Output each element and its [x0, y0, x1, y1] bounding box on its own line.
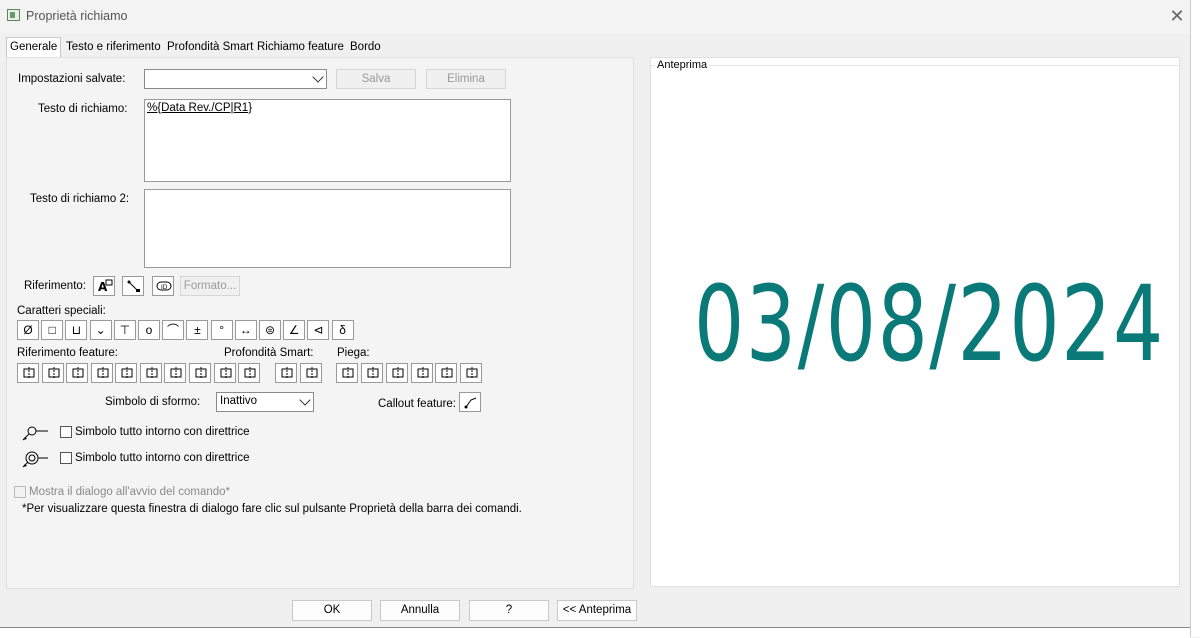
property-text-icon[interactable]: A: [93, 276, 115, 296]
special-char-button[interactable]: ↔: [234, 320, 257, 340]
counterbore-ref-icon[interactable]: [42, 363, 64, 383]
smart-depth-label: Profondità Smart:: [224, 347, 314, 359]
draft-symbol-value: Inattivo: [220, 395, 258, 407]
close-icon[interactable]: ✕: [1166, 5, 1188, 27]
help-button[interactable]: ?: [469, 600, 549, 621]
special-char-button[interactable]: ⊲: [307, 320, 330, 340]
callout-text2-label: Testo di richiamo 2:: [30, 193, 130, 205]
reference-label: Riferimento:: [24, 280, 86, 292]
feature-reference-label: Riferimento feature:: [17, 347, 118, 359]
ok-button[interactable]: OK: [292, 600, 372, 621]
app-icon: [7, 9, 20, 21]
special-char-button[interactable]: □: [41, 320, 64, 340]
tab-bordo[interactable]: Bordo: [347, 38, 384, 57]
tab-testo-riferimento[interactable]: Testo e riferimento: [63, 38, 164, 57]
special-char-button[interactable]: ⊤: [113, 320, 136, 340]
all-around-checkbox-1[interactable]: [60, 426, 72, 438]
taper-ref-icon[interactable]: [140, 363, 162, 383]
bend-radius-icon[interactable]: [386, 363, 408, 383]
preview-callout-text: 03/08/2024: [694, 263, 1165, 385]
slot-ref-icon[interactable]: [91, 363, 113, 383]
save-button[interactable]: Salva: [336, 69, 416, 89]
background-window-strip: [1190, 0, 1200, 637]
special-char-button[interactable]: ⌒: [162, 320, 185, 340]
draft-symbol-label: Simbolo di sformo:: [105, 396, 201, 408]
rib-ref-icon[interactable]: [189, 363, 211, 383]
callout-feature-button[interactable]: [459, 392, 481, 412]
special-char-button[interactable]: o: [138, 320, 160, 340]
bend-offset-icon[interactable]: [435, 363, 457, 383]
reference-box-icon[interactable]: ID: [152, 276, 174, 296]
thread-ref-icon[interactable]: [115, 363, 137, 383]
chevron-down-icon: [299, 394, 311, 406]
bend-label: Piega:: [337, 347, 370, 359]
callout-text-input[interactable]: %{Data Rev./CP|R1}: [144, 99, 511, 182]
show-dialog-label: Mostra il dialogo all'avvio del comando*: [29, 486, 230, 498]
reference-leader-icon[interactable]: [122, 276, 144, 296]
preview-divider: [651, 65, 1179, 66]
smart-depth-1-icon[interactable]: [275, 363, 297, 383]
cancel-button[interactable]: Annulla: [380, 600, 460, 621]
callout-text2-input[interactable]: [144, 189, 511, 268]
special-char-button[interactable]: ⊜: [259, 320, 281, 340]
bend-kfactor-icon[interactable]: [460, 363, 482, 383]
note-text: *Per visualizzare questa finestra di dia…: [22, 503, 522, 515]
boss-ref-icon[interactable]: [164, 363, 186, 383]
special-char-button[interactable]: °: [210, 320, 233, 340]
show-dialog-checkbox[interactable]: [14, 486, 26, 498]
saved-settings-dropdown[interactable]: [144, 69, 327, 89]
special-char-button[interactable]: ±: [186, 320, 209, 340]
smart-depth-2-icon[interactable]: [300, 363, 322, 383]
preview-title: Anteprima: [655, 59, 710, 71]
title-bar: [0, 0, 1200, 34]
tab-generale[interactable]: Generale: [6, 37, 62, 58]
bend-relief-icon[interactable]: [411, 363, 433, 383]
callout-text-value: %{Data Rev./CP|R1}: [147, 102, 253, 114]
preview-toggle-button[interactable]: << Anteprima: [557, 600, 637, 621]
svg-text:ID: ID: [161, 284, 168, 291]
callout-text-label: Testo di richiamo:: [38, 103, 128, 115]
hole-ref-icon[interactable]: [17, 363, 39, 383]
bend-angle-icon[interactable]: [361, 363, 383, 383]
chamfer-ref-icon[interactable]: [238, 363, 260, 383]
all-around-checkbox-2[interactable]: [60, 452, 72, 464]
all-around-label-1: Simbolo tutto intorno con direttrice: [75, 426, 250, 438]
chevron-down-icon: [312, 71, 324, 83]
depth-ref-icon[interactable]: [214, 363, 236, 383]
special-chars-label: Caratteri speciali:: [17, 305, 106, 317]
draft-symbol-dropdown[interactable]: Inattivo: [216, 392, 314, 412]
all-around-leader-icon: [20, 423, 50, 446]
callout-feature-label: Callout feature:: [378, 398, 456, 410]
tab-profondita-smart[interactable]: Profondità Smart: [164, 38, 256, 57]
format-button[interactable]: Formato...: [180, 276, 240, 296]
special-char-button[interactable]: ∠: [283, 320, 306, 340]
window-title: Proprietà richiamo: [26, 9, 128, 23]
special-char-button[interactable]: ⌄: [89, 320, 112, 340]
bend-direction-icon[interactable]: [336, 363, 358, 383]
countersink-ref-icon[interactable]: [66, 363, 88, 383]
all-around-leader-2-icon: [20, 448, 50, 473]
delete-button[interactable]: Elimina: [426, 69, 506, 89]
background-window-strip-bottom: [0, 627, 1190, 638]
special-char-button[interactable]: δ: [331, 320, 354, 340]
special-char-button[interactable]: Ø: [17, 320, 39, 340]
tab-richiamo-feature[interactable]: Richiamo feature: [254, 38, 347, 57]
all-around-label-2: Simbolo tutto intorno con direttrice: [75, 452, 250, 464]
saved-settings-label: Impostazioni salvate:: [18, 73, 126, 85]
special-char-button[interactable]: ⊔: [65, 320, 88, 340]
